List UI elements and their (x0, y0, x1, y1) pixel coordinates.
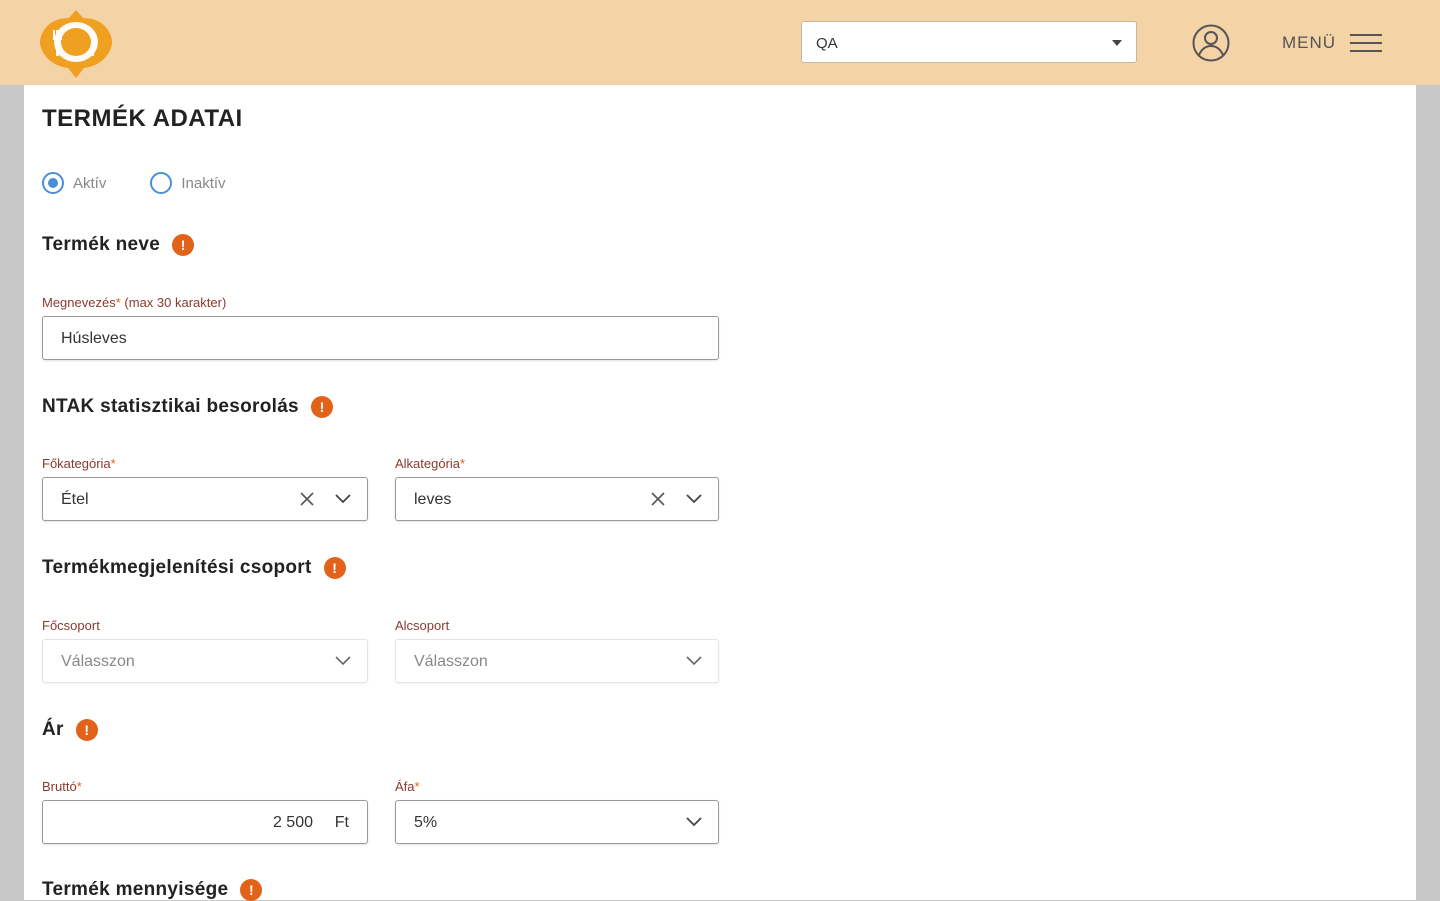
section-display-group-heading: Termékmegjelenítési csoport (42, 557, 312, 578)
chevron-down-icon[interactable] (686, 656, 702, 666)
page-title: TERMÉK ADATAI (42, 105, 243, 132)
info-icon[interactable]: ! (240, 879, 263, 901)
gross-price-value: 2 500 (272, 814, 313, 831)
section-ntak-heading: NTAK statisztikai besorolás (42, 396, 299, 417)
radio-checked-icon (42, 172, 64, 194)
vat-value: 5% (414, 814, 438, 831)
status-active-radio[interactable]: Aktív (42, 172, 106, 194)
info-icon[interactable]: ! (310, 396, 333, 418)
section-product-name-heading: Termék neve (42, 234, 161, 255)
chevron-down-icon[interactable] (335, 494, 351, 504)
main-group-select[interactable]: Válasszon (42, 639, 368, 683)
gross-price-label: Bruttó* (42, 779, 82, 794)
gross-price-input[interactable]: 2 500 Ft (42, 800, 368, 844)
product-details-card: TERMÉK ADATAI Aktív Inaktív Termék neve … (24, 85, 1416, 901)
close-icon[interactable] (650, 491, 666, 507)
section-display-group: Termékmegjelenítési csoport ! (42, 557, 346, 579)
section-price-heading: Ár (42, 719, 64, 740)
currency-unit: Ft (334, 814, 349, 831)
status-inactive-radio[interactable]: Inaktív (150, 172, 226, 194)
info-icon[interactable]: ! (172, 234, 195, 256)
main-category-value: Étel (61, 491, 89, 508)
vat-select[interactable]: 5% (395, 800, 719, 844)
store-select-value: QA (816, 35, 838, 52)
main-group-label: Főcsoport (42, 618, 100, 633)
top-bar: QA MENÜ (0, 0, 1440, 85)
sub-group-label: Alcsoport (395, 618, 450, 633)
user-circle-icon[interactable] (1191, 23, 1231, 63)
hamburger-icon (1350, 33, 1383, 53)
main-category-select[interactable]: Étel (42, 477, 368, 521)
sub-group-placeholder: Válasszon (414, 653, 488, 670)
main-category-label: Főkategória* (42, 456, 116, 471)
caret-down-icon (1112, 40, 1122, 46)
sub-category-label: Alkategória* (395, 456, 466, 471)
sub-category-value: leves (414, 491, 452, 508)
section-product-name: Termék neve ! (42, 234, 195, 256)
product-name-input[interactable]: Húsleves (42, 316, 719, 360)
chevron-down-icon[interactable] (686, 817, 702, 827)
store-select[interactable]: QA (801, 21, 1137, 63)
sub-category-select[interactable]: leves (395, 477, 719, 521)
vat-label: Áfa* (395, 779, 420, 794)
chevron-down-icon[interactable] (335, 656, 351, 666)
info-icon[interactable]: ! (323, 557, 346, 579)
section-quantity-heading: Termék mennyisége (42, 879, 229, 900)
main-menu-button[interactable]: MENÜ (1282, 31, 1383, 55)
radio-unchecked-icon (150, 172, 173, 194)
sub-group-select[interactable]: Válasszon (395, 639, 719, 683)
close-icon[interactable] (299, 491, 315, 507)
name-field-label: Megnevezés* (max 30 karakter) (42, 295, 227, 310)
section-price: Ár ! (42, 719, 98, 741)
section-ntak: NTAK statisztikai besorolás ! (42, 396, 333, 418)
product-name-value: Húsleves (61, 330, 127, 347)
status-active-label: Aktív (73, 174, 107, 192)
main-group-placeholder: Válasszon (61, 653, 135, 670)
status-inactive-label: Inaktív (181, 174, 226, 192)
menu-label: MENÜ (1282, 33, 1337, 52)
section-quantity: Termék mennyisége ! (42, 879, 263, 901)
chevron-down-icon[interactable] (686, 494, 702, 504)
info-icon[interactable]: ! (75, 719, 98, 741)
app-logo[interactable] (36, 8, 116, 80)
status-radio-group: Aktív Inaktív (42, 172, 226, 194)
